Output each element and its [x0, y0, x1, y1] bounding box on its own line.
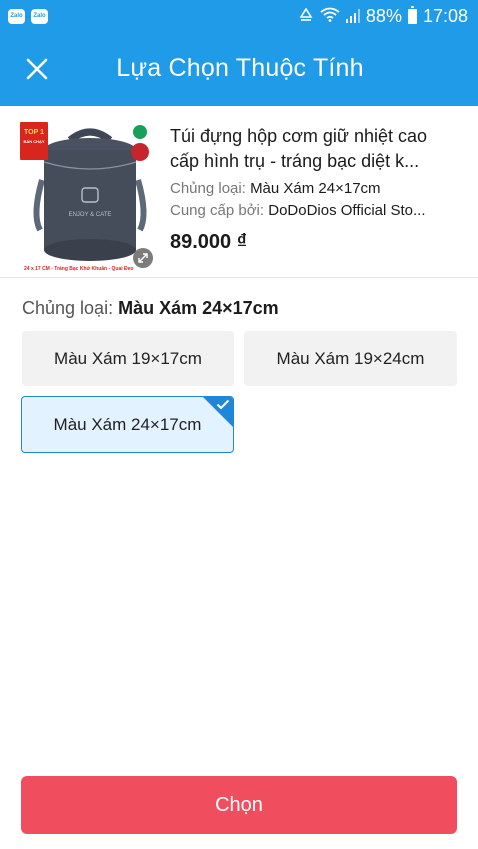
option-chip[interactable]: Màu Xám 19×24cm	[244, 331, 457, 386]
top-seller-badge: TOP 1 BÁN CHẠY	[20, 122, 48, 160]
option-chip-label: Màu Xám 19×24cm	[276, 348, 425, 368]
product-variant: Chủng loại: Màu Xám 24×17cm	[170, 180, 381, 197]
choose-button-label: Chọn	[215, 793, 263, 816]
product-summary: ENJOY & CATE TOP 1 BÁN CHẠY 24 x 17 CM - …	[0, 106, 478, 278]
zalo-app-icon: Zalo	[8, 8, 25, 24]
wifi-icon	[320, 6, 340, 27]
product-seller: Cung cấp bởi: DoDoDios Official Sto...	[170, 202, 426, 219]
zalo-app-icon: Zalo	[31, 8, 48, 24]
option-chip-label: Màu Xám 24×17cm	[53, 414, 202, 434]
option-chip-label: Màu Xám 19×17cm	[54, 348, 202, 368]
option-group-label: Chủng loại: Màu Xám 24×17cm	[22, 298, 279, 318]
option-chip-selected[interactable]: Màu Xám 24×17cm	[21, 396, 234, 453]
option-chip[interactable]: Màu Xám 19×17cm	[22, 331, 234, 386]
product-name: Túi đựng hộp cơm giữ nhiệt cao cấp hình …	[170, 126, 428, 171]
battery-icon	[407, 5, 417, 24]
clock: 17:08	[422, 5, 468, 26]
sync-icon	[298, 6, 314, 27]
product-price: 89.000 ₫	[170, 231, 247, 253]
page-title: Lựa Chọn Thuộc Tính	[116, 54, 364, 82]
choose-button[interactable]: Chọn	[21, 776, 457, 834]
product-image[interactable]: ENJOY & CATE TOP 1 BÁN CHẠY 24 x 17 CM - …	[20, 120, 158, 272]
product-info: Túi đựng hộp cơm giữ nhiệt cao cấp hình …	[170, 124, 460, 254]
signal-icon	[345, 9, 360, 23]
checkmark-icon	[216, 399, 230, 410]
status-bar: Zalo Zalo 88% 17:08	[0, 0, 478, 32]
expand-image-icon[interactable]	[133, 248, 153, 268]
bag-print-text: ENJOY & CATE	[69, 212, 112, 218]
battery-percent: 88%	[365, 5, 402, 26]
top-app-bar: Lựa Chọn Thuộc Tính	[0, 32, 478, 106]
image-caption: 24 x 17 CM - Tráng Bạc Khử Khuẩn - Quai …	[24, 266, 134, 272]
